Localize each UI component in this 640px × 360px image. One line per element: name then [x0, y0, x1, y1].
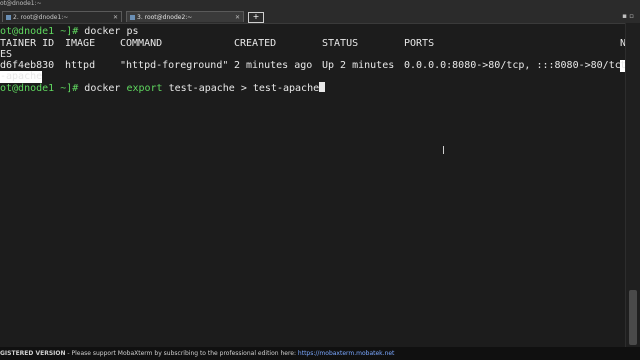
header-status: STATUS — [322, 38, 359, 49]
tab-label: 3. root@dnode2:~ — [137, 14, 193, 21]
status-lead: GISTERED VERSION — [0, 350, 66, 357]
tab-root-dnode2[interactable]: 3. root@dnode2:~ ✕ — [126, 11, 244, 22]
status-text: - Please support MobaXterm by subscribin… — [65, 350, 298, 357]
command-text: docker — [84, 83, 127, 94]
header-ports: PORTS — [404, 38, 435, 49]
scrollbar-thumb[interactable] — [629, 290, 637, 345]
row-created: 2 minutes ago — [234, 60, 313, 71]
window-controls[interactable]: ▪ ▫ — [622, 12, 634, 20]
prompt: ot@dnode1 ~]# — [0, 83, 85, 94]
header-created: CREATED — [234, 38, 277, 49]
status-bar: GISTERED VERSION - Please support MobaXt… — [0, 347, 640, 360]
row-status: Up 2 minutes — [322, 60, 395, 71]
tab-root-dnode1[interactable]: 2. root@dnode1:~ ✕ — [2, 11, 122, 22]
command-text: docker ps — [84, 26, 139, 37]
mouse-ibeam-icon — [443, 146, 447, 154]
tab-label: 2. root@dnode1:~ — [13, 14, 69, 21]
command-keyword: export — [126, 83, 163, 94]
terminal-line-export: ot@dnode1 ~]# docker export test-apache … — [0, 82, 326, 95]
row-command: "httpd-foreground" — [120, 60, 229, 71]
terminal-line-docker-ps: ot@dnode1 ~]# docker ps — [0, 26, 138, 38]
terminal-icon — [130, 15, 135, 20]
close-icon[interactable]: ✕ — [235, 12, 240, 22]
row-ports: 0.0.0.0:8080->80/tcp, :::8080->80/tcp — [404, 60, 626, 71]
window-title: ot@dnode1:~ — [0, 0, 42, 7]
header-image: IMAGE — [65, 38, 96, 49]
new-tab-button[interactable]: + — [248, 12, 264, 23]
header-command: COMMAND — [120, 38, 163, 49]
terminal-icon — [6, 15, 11, 20]
terminal-scrollbar[interactable] — [625, 23, 640, 347]
close-icon[interactable]: ✕ — [113, 12, 118, 22]
status-link[interactable]: https://mobaxterm.mobatek.net — [298, 350, 395, 357]
terminal-area[interactable]: ot@dnode1 ~]# docker ps TAINER ID IMAGE … — [0, 23, 626, 347]
row-image: httpd — [65, 60, 96, 71]
text-cursor — [319, 82, 326, 92]
prompt: ot@dnode1 ~]# — [0, 26, 85, 37]
command-text: test-apache > test-apache — [162, 83, 320, 94]
tab-bar: ot@dnode1:~ 2. root@dnode1:~ ✕ 3. root@d… — [0, 0, 640, 24]
